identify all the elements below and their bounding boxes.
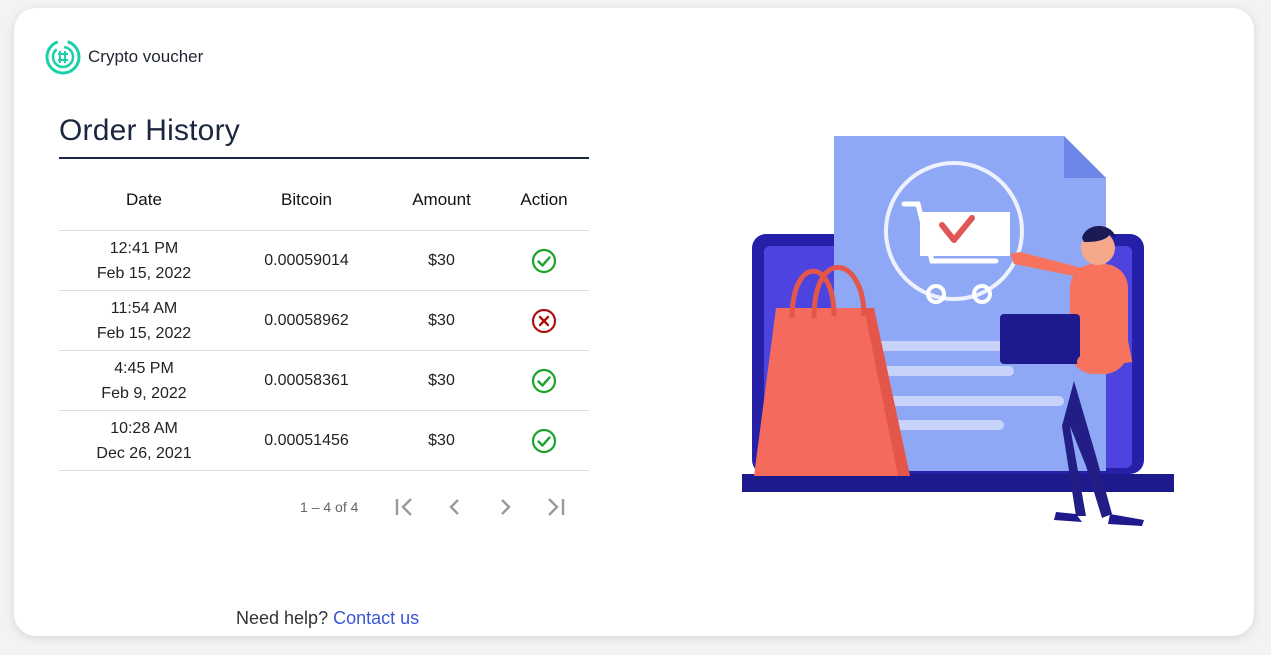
amount-cell: $30 — [384, 290, 499, 351]
order-history-table: Date Bitcoin Amount Action 12:41 PM Feb … — [59, 170, 589, 471]
bitcoin-cell: 0.00051456 — [229, 410, 384, 471]
next-page-icon — [501, 499, 512, 515]
table-header-row: Date Bitcoin Amount Action — [59, 170, 589, 231]
title-divider — [59, 157, 589, 159]
column-header-action: Action — [499, 170, 589, 231]
order-date: Feb 9, 2022 — [101, 384, 187, 402]
first-page-button[interactable] — [380, 494, 430, 520]
amount-cell: $30 — [384, 350, 499, 411]
next-page-button[interactable] — [480, 494, 530, 520]
pagination: 1 – 4 of 4 — [300, 494, 580, 520]
check-circle-icon[interactable] — [531, 428, 557, 454]
order-date: Dec 26, 2021 — [96, 444, 192, 462]
column-header-date: Date — [59, 170, 229, 231]
check-circle-icon[interactable] — [531, 368, 557, 394]
shopping-illustration — [742, 136, 1174, 526]
action-cell — [499, 290, 589, 351]
first-page-icon — [396, 498, 413, 516]
action-cell — [499, 410, 589, 471]
action-cell — [499, 230, 589, 291]
bitcoin-cell: 0.00058962 — [229, 290, 384, 351]
order-date: Feb 15, 2022 — [96, 264, 192, 282]
last-page-button[interactable] — [530, 494, 580, 520]
crypto-logo-icon — [45, 39, 81, 75]
order-time: 12:41 PM — [109, 239, 179, 257]
amount-cell: $30 — [384, 410, 499, 471]
bitcoin-cell: 0.00058361 — [229, 350, 384, 411]
help-footer: Need help? Contact us — [236, 608, 419, 629]
table-row: 4:45 PM Feb 9, 2022 0.00058361 $30 — [59, 350, 589, 411]
page-title: Order History — [59, 114, 240, 147]
column-header-amount: Amount — [384, 170, 499, 231]
order-date: Feb 15, 2022 — [96, 324, 192, 342]
date-cell: 10:28 AM Dec 26, 2021 — [59, 410, 229, 471]
brand-logo[interactable]: Crypto voucher — [44, 38, 203, 76]
table-row: 11:54 AM Feb 15, 2022 0.00058962 $30 — [59, 290, 589, 351]
date-cell: 12:41 PM Feb 15, 2022 — [59, 230, 229, 291]
brand-name: Crypto voucher — [88, 47, 204, 66]
previous-page-icon — [449, 499, 460, 515]
pagination-range: 1 – 4 of 4 — [300, 499, 359, 515]
last-page-icon — [548, 498, 565, 516]
main-card: Crypto voucher Order History Date Bitcoi… — [14, 8, 1254, 636]
order-time: 11:54 AM — [110, 299, 178, 317]
order-time: 10:28 AM — [110, 419, 178, 437]
help-text: Need help? — [236, 608, 329, 628]
action-cell — [499, 350, 589, 411]
table-row: 10:28 AM Dec 26, 2021 0.00051456 $30 — [59, 410, 589, 471]
contact-us-link[interactable]: Contact us — [333, 608, 419, 628]
table-row: 12:41 PM Feb 15, 2022 0.00059014 $30 — [59, 230, 589, 291]
laptop-base-illustration — [742, 474, 1174, 492]
x-circle-icon[interactable] — [531, 308, 557, 334]
date-cell: 4:45 PM Feb 9, 2022 — [59, 350, 229, 411]
column-header-bitcoin: Bitcoin — [229, 170, 384, 231]
amount-cell: $30 — [384, 230, 499, 291]
date-cell: 11:54 AM Feb 15, 2022 — [59, 290, 229, 351]
order-time: 4:45 PM — [114, 359, 174, 377]
bitcoin-cell: 0.00059014 — [229, 230, 384, 291]
check-circle-icon[interactable] — [531, 248, 557, 274]
previous-page-button[interactable] — [430, 494, 480, 520]
